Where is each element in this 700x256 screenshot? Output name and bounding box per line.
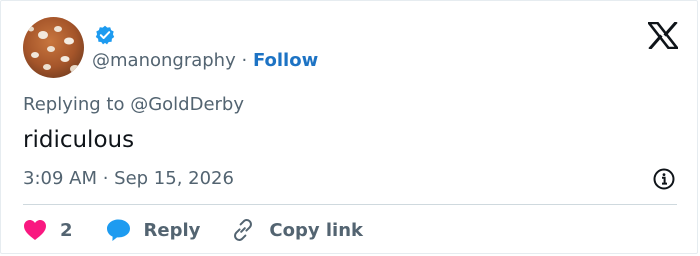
info-icon[interactable] (652, 167, 676, 191)
author-row: @manongraphy · Follow (92, 49, 318, 73)
avatar-photo (23, 17, 84, 78)
heart-icon (24, 220, 46, 240)
replying-to-label: Replying to @GoldDerby (23, 94, 245, 115)
copy-link-label: Copy link (269, 219, 363, 241)
author-handle[interactable]: @manongraphy (92, 50, 236, 71)
speech-bubble-icon (106, 219, 130, 241)
divider (23, 204, 677, 205)
x-logo-icon[interactable] (646, 20, 680, 51)
like-count: 2 (60, 219, 73, 241)
link-icon (234, 219, 253, 241)
tweet-text: ridiculous (23, 127, 135, 153)
separator-dot: · (241, 50, 248, 71)
follow-button[interactable]: Follow (253, 50, 318, 71)
copy-link-button[interactable]: Copy link (230, 217, 363, 243)
action-bar: 2 Reply Copy link (23, 216, 363, 244)
like-button[interactable]: 2 (23, 219, 73, 241)
reply-button[interactable]: Reply (106, 218, 201, 242)
tweet-timestamp[interactable]: 3:09 AM · Sep 15, 2026 (23, 167, 234, 191)
reply-label: Reply (143, 219, 201, 241)
tweet-card: @manongraphy · Follow Replying to @GoldD… (0, 0, 698, 254)
verified-badge-icon (95, 25, 115, 45)
avatar[interactable] (23, 17, 84, 78)
